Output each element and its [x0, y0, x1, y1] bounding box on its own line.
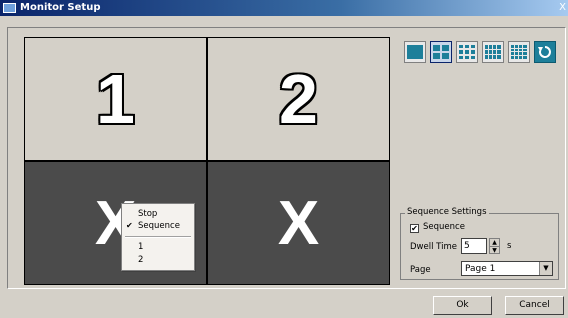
monitor-cell-4[interactable]: X — [208, 162, 389, 284]
menu-item-sequence[interactable]: ✔ Sequence — [122, 220, 194, 232]
layout-2x2-icon — [433, 45, 449, 59]
layout-1x1-button[interactable] — [404, 41, 426, 63]
page-select-value: Page 1 — [465, 264, 496, 274]
title-bar: Monitor Setup X — [0, 0, 568, 16]
layout-1x1-icon — [407, 45, 423, 59]
close-button[interactable]: X — [559, 1, 566, 15]
layout-4x4-icon — [511, 45, 527, 59]
dwell-time-unit: s — [507, 241, 512, 251]
layout-4x3-icon — [485, 45, 501, 59]
sequence-settings-legend: Sequence Settings — [405, 207, 489, 217]
layout-3x3-button[interactable] — [456, 41, 478, 63]
menu-item-label: Sequence — [138, 221, 180, 231]
menu-item-2[interactable]: 2 — [122, 254, 194, 266]
dwell-time-label: Dwell Time — [410, 242, 457, 252]
menu-item-1[interactable]: 1 — [122, 241, 194, 253]
ok-button[interactable]: Ok — [433, 296, 492, 315]
layout-4x3-button[interactable] — [482, 41, 504, 63]
layout-3x3-icon — [459, 45, 475, 59]
cancel-button[interactable]: Cancel — [505, 296, 564, 315]
cell-context-menu: Stop ✔ Sequence 1 2 — [121, 203, 195, 271]
cell-label: X — [277, 188, 320, 258]
monitor-cell-2[interactable]: 2 — [208, 38, 389, 160]
spin-up-icon[interactable]: ▲ — [490, 239, 499, 247]
menu-item-stop[interactable]: Stop — [122, 208, 194, 220]
spin-down-icon[interactable]: ▼ — [490, 247, 499, 254]
layout-toolbar — [404, 41, 556, 63]
monitor-icon — [3, 3, 16, 13]
sequence-checkbox[interactable]: ✔ — [410, 224, 419, 233]
refresh-button[interactable] — [534, 41, 556, 63]
checkmark-icon: ✔ — [126, 221, 133, 230]
layout-4x4-button[interactable] — [508, 41, 530, 63]
refresh-icon — [538, 46, 551, 58]
page-select[interactable]: Page 1 ▼ — [461, 261, 553, 276]
chevron-down-icon[interactable]: ▼ — [539, 262, 552, 275]
layout-2x2-button[interactable] — [430, 41, 452, 63]
menu-separator — [125, 236, 191, 238]
dwell-time-spinner[interactable]: ▲ ▼ — [489, 238, 500, 254]
page-label: Page — [410, 265, 431, 275]
sequence-checkbox-label: Sequence — [423, 222, 465, 232]
menu-item-label: Stop — [138, 209, 158, 219]
monitor-cell-1[interactable]: 1 — [25, 38, 206, 160]
menu-item-label: 2 — [138, 255, 144, 265]
cell-label: 1 — [96, 60, 135, 138]
window-title: Monitor Setup — [20, 2, 101, 13]
menu-item-label: 1 — [138, 242, 144, 252]
monitor-grid: 1 2 X X — [24, 37, 390, 285]
dwell-time-input[interactable]: 5 — [461, 238, 487, 254]
cell-label: 2 — [279, 60, 318, 138]
